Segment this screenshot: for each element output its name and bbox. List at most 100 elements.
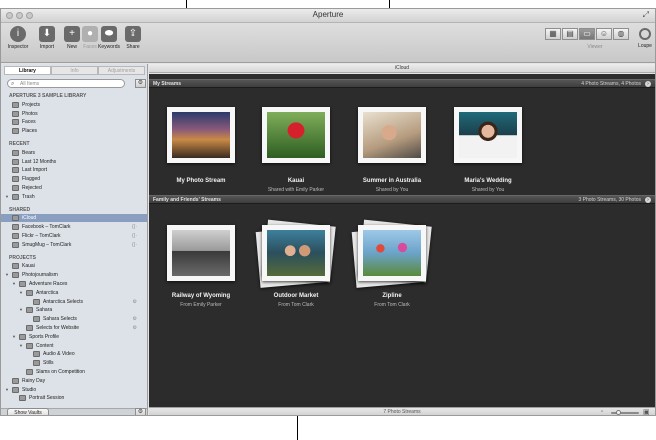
- disclosure-triangle-icon[interactable]: ▼: [12, 280, 16, 288]
- library-item-trash[interactable]: ▼ Trash: [1, 193, 147, 201]
- library-item-label: Kauai: [22, 263, 35, 270]
- library-item-label: Sahara Selects: [43, 316, 77, 323]
- library-item-audio-video[interactable]: Audio & Video: [1, 350, 147, 358]
- library-item-projects[interactable]: Projects: [1, 101, 147, 109]
- library-item-label: Sports Profile: [29, 333, 60, 340]
- album-icon: [26, 289, 33, 296]
- aperture-window: Aperture ⤢ i Inspector ⬇ Import + New ● Faces ⬬ K…: [0, 8, 656, 416]
- library-section-aperture-3-sample-library: APERTURE 3 SAMPLE LIBRARY: [1, 92, 147, 100]
- library-item-sahara[interactable]: ▼ Sahara: [1, 306, 147, 314]
- stream-name: My Photo Stream: [176, 178, 226, 184]
- library-search-field[interactable]: ⌕ All Items: [7, 79, 125, 88]
- album-icon: [33, 316, 40, 323]
- tab-info[interactable]: Info: [51, 66, 98, 75]
- browser-header: iCloud: [149, 64, 655, 73]
- library-item-antarctica[interactable]: ▼ Antarctica: [1, 289, 147, 297]
- library-item-rainy-day[interactable]: Rainy Day: [1, 377, 147, 385]
- my-streams-header: My Streams 4 Photo Streams, 4 Photos ›: [149, 79, 655, 88]
- sidebar-action-icon[interactable]: ⚙: [135, 408, 146, 415]
- inspector-button[interactable]: i Inspector: [4, 26, 32, 50]
- library-item-label: Portrait Session: [29, 395, 65, 402]
- smart-album-icon: ⚙: [132, 298, 137, 305]
- my-streams-arrow-icon[interactable]: ›: [645, 81, 651, 87]
- library-action-icon[interactable]: ⚙: [135, 79, 146, 88]
- library-item-faces[interactable]: Faces: [1, 118, 147, 126]
- library-item-antarctica-selects[interactable]: Antarctica Selects ⚙: [1, 298, 147, 306]
- library-item-photojournalism[interactable]: ▼ Photojournalism: [1, 271, 147, 279]
- import-button[interactable]: ⬇ Import: [33, 26, 61, 50]
- album-icon: [19, 395, 26, 402]
- library-item-rejected[interactable]: Rejected: [1, 184, 147, 192]
- library-item-icloud[interactable]: iCloud: [1, 214, 147, 223]
- library-item-slams-on-competition[interactable]: Slams on Competition: [1, 368, 147, 376]
- share-button[interactable]: ⇪ Share: [119, 26, 147, 50]
- library-item-studio[interactable]: ▼ Studio: [1, 386, 147, 394]
- stream-name: Maria's Wedding: [464, 178, 512, 184]
- library-item-photos[interactable]: Photos: [1, 110, 147, 118]
- library-item-label: Facebook – TomClark: [22, 224, 71, 231]
- library-item-label: APERTURE 3 SAMPLE LIBRARY: [9, 93, 87, 99]
- inspector-label: Inspector: [7, 44, 29, 50]
- album-icon: [12, 272, 19, 279]
- library-item-label: Photojournalism: [22, 272, 58, 279]
- library-item-content[interactable]: ▼ Content: [1, 342, 147, 350]
- loupe-button[interactable]: Loupe: [635, 26, 655, 49]
- library-list: APERTURE 3 SAMPLE LIBRARY Projects Photos F…: [1, 92, 147, 407]
- library-item-label: Flagged: [22, 176, 41, 183]
- share-label: Share: [126, 44, 140, 50]
- window-title: Aperture: [312, 10, 344, 19]
- thumbnail-size-slider-thumb[interactable]: [616, 410, 621, 415]
- library-item-facebook-tomclark[interactable]: Facebook – TomClark ((·: [1, 223, 147, 231]
- album-icon: [12, 377, 19, 384]
- disclosure-triangle-icon[interactable]: ▼: [19, 342, 23, 350]
- disclosure-triangle-icon[interactable]: ▼: [19, 289, 23, 297]
- friends-streams-arrow-icon[interactable]: ›: [645, 197, 651, 203]
- split-view-icon[interactable]: ▤: [562, 28, 578, 40]
- library-item-adventure-races[interactable]: ▼ Adventure Races: [1, 280, 147, 288]
- library-item-kauai[interactable]: Kauai: [1, 262, 147, 270]
- browser-grid-icon[interactable]: ▦: [545, 28, 561, 40]
- library-item-bears[interactable]: Bears: [1, 149, 147, 157]
- stream-thumbnail: [454, 107, 522, 163]
- disclosure-triangle-icon[interactable]: ▼: [5, 386, 9, 394]
- photo-stream-browser: My Streams 4 Photo Streams, 4 Photos › M…: [149, 74, 655, 407]
- album-icon: [12, 233, 19, 239]
- library-item-sahara-selects[interactable]: Sahara Selects ⚙: [1, 315, 147, 323]
- library-item-last-12-months[interactable]: Last 12 Months: [1, 158, 147, 166]
- library-item-stills[interactable]: Stills: [1, 359, 147, 367]
- stream-thumbnail: [167, 225, 235, 281]
- library-item-last-import[interactable]: Last Import: [1, 166, 147, 174]
- library-item-label: Photos: [22, 110, 38, 117]
- stream-subtitle: From Emily Parker: [180, 302, 222, 308]
- faces-view-icon[interactable]: ☺: [596, 28, 612, 40]
- library-item-flickr-tomclark[interactable]: Flickr – TomClark ((·: [1, 232, 147, 240]
- stream-photo: [267, 112, 325, 158]
- disclosure-triangle-icon[interactable]: ▼: [19, 306, 23, 314]
- disclosure-triangle-icon[interactable]: ▼: [5, 271, 9, 279]
- library-section-shared: SHARED: [1, 206, 147, 214]
- search-icon: ⌕: [11, 81, 15, 87]
- viewer-label: Viewer: [587, 44, 603, 50]
- library-item-smugmug-tomclark[interactable]: SmugMug – TomClark ((·: [1, 241, 147, 249]
- tab-adjustments[interactable]: Adjustments: [98, 66, 145, 75]
- library-item-sports-profile[interactable]: ▼ Sports Profile: [1, 333, 147, 341]
- library-item-portrait-session[interactable]: Portrait Session: [1, 394, 147, 402]
- places-view-icon[interactable]: ◍: [613, 28, 629, 40]
- friends-streams-count: 3 Photo Streams, 30 Photos: [578, 197, 641, 203]
- library-item-label: SmugMug – TomClark: [22, 241, 72, 248]
- library-item-label: Selects for Website: [36, 325, 79, 331]
- show-vaults-button[interactable]: Show Vaults: [7, 408, 49, 415]
- disclosure-triangle-icon[interactable]: ▼: [12, 333, 16, 341]
- fullscreen-icon[interactable]: ⤢: [643, 10, 649, 20]
- library-item-label: Antarctica: [36, 289, 59, 296]
- library-section-projects: PROJECTS: [1, 254, 147, 262]
- thumbnail-large-icon: ▣: [643, 409, 650, 416]
- library-item-places[interactable]: Places: [1, 127, 147, 135]
- disclosure-triangle-icon[interactable]: ▼: [5, 193, 9, 201]
- tab-library[interactable]: Library: [4, 66, 51, 75]
- viewer-icon[interactable]: ▭: [579, 28, 595, 40]
- library-item-selects-for-website[interactable]: Selects for Website ⚙: [1, 324, 147, 332]
- stream-name: Outdoor Market: [273, 293, 319, 299]
- library-item-flagged[interactable]: Flagged: [1, 175, 147, 183]
- stream-thumbnail: [262, 107, 330, 163]
